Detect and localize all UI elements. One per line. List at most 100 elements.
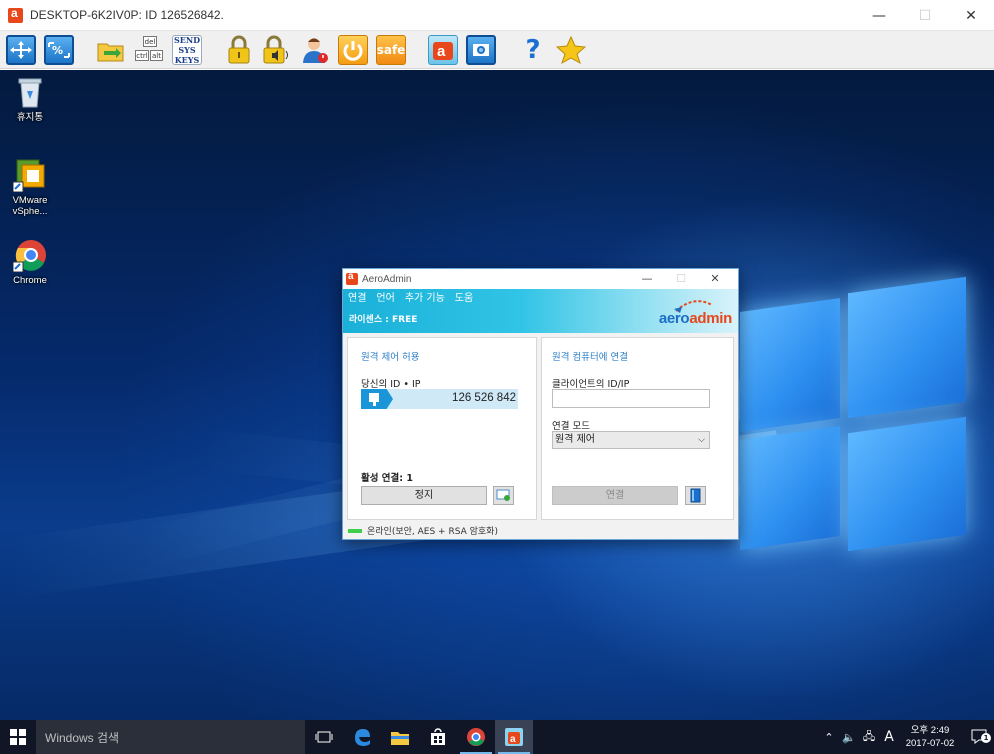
monitor-arrow-icon [361,389,393,409]
your-id-label: 당신의 ID • IP [361,379,421,390]
menu-help[interactable]: 도움 [455,289,473,304]
ctrl-alt-del-button[interactable]: del ctrl alt [131,33,167,67]
notification-center-button[interactable]: 1 [964,728,994,747]
connect-button[interactable]: 연결 [552,486,678,505]
desktop-icon-recycle-bin[interactable]: 휴지통 [0,75,60,123]
connect-to-remote-title: 원격 컴퓨터에 연결 [552,352,628,363]
scale-screen-button[interactable]: % [41,33,77,67]
store-bag-icon [431,728,445,745]
connect-to-remote-panel: 원격 컴퓨터에 연결 클라이언트의 ID/IP 연결 모드 원격 제어 ⌵ 연결 [541,337,734,520]
window-title: DESKTOP-6K2IV0P: ID 126526842. [30,8,224,22]
your-id-value: 126 526 842 [452,392,516,404]
taskbar-chrome[interactable] [457,720,495,754]
alt-key-label: alt [150,49,163,61]
notification-count-badge: 1 [981,732,991,743]
help-icon: ? [518,35,548,65]
reboot-button[interactable] [335,33,371,67]
lock-button[interactable] [221,33,257,67]
edge-icon [355,729,370,746]
network-icon[interactable]: 🖧 [860,728,878,747]
aeroadmin-button[interactable]: a [425,33,461,67]
taskbar-search[interactable]: Windows 검색 [36,720,305,754]
windows-wallpaper-logo [740,276,970,575]
status-text: 온라인(보안, AES + RSA 암호화) [367,527,498,537]
close-button[interactable]: ✕ [948,0,994,31]
logo-admin: admin [689,310,732,327]
desktop-icon-chrome[interactable]: Chrome [0,238,60,286]
svg-text:a: a [437,43,446,60]
aeroadmin-maximize-button[interactable]: ☐ [664,269,698,289]
task-view-button[interactable] [305,720,343,754]
volume-icon[interactable]: 🔈 [840,731,858,744]
client-id-input[interactable] [552,389,710,408]
taskbar-edge[interactable] [343,720,381,754]
show-hidden-icons-button[interactable]: ⌃ [820,731,838,744]
user-session-button[interactable] [297,33,333,67]
fullscreen-icon [6,34,36,65]
help-label: ? [525,34,541,65]
file-transfer-button[interactable] [93,33,129,67]
maximize-button[interactable]: ☐ [902,0,948,31]
menu-extras[interactable]: 추가 기능 [405,289,445,304]
ime-indicator[interactable]: A [880,729,898,745]
star-icon [556,35,586,65]
connection-status: 온라인(보안, AES + RSA 암호화) [348,524,498,537]
fullscreen-button[interactable] [3,33,39,67]
desktop-icon-label: Chrome [13,275,47,286]
safe-mode-button[interactable]: safe [373,33,409,67]
taskbar-store[interactable] [419,720,457,754]
online-indicator [348,528,362,533]
desktop-icon-vmware[interactable]: VMware vSphe... [0,158,60,217]
taskbar: Windows 검색 a ⌃ 🔈 🖧 A 오후 2:49 2017-07-02 … [0,720,994,754]
chrome-icon [12,238,47,273]
svg-text:%: % [52,44,63,57]
help-button[interactable]: ? [515,33,551,67]
aeroadmin-title: AeroAdmin [362,273,412,285]
connection-mode-select[interactable]: 원격 제어 ⌵ [552,431,710,449]
search-placeholder: Windows 검색 [45,730,120,745]
safe-icon: safe [376,34,406,65]
contact-book-button[interactable] [685,486,706,505]
folder-icon [391,732,409,745]
logo-aero: aero [658,310,690,327]
aeroadmin-window: AeroAdmin — ☐ ✕ 연결 언어 추가 기능 도움 라이센스 : FR… [342,268,739,540]
send-sys-keys-button[interactable]: SEND SYS KEYS [169,33,205,67]
aeroadmin-minimize-button[interactable]: — [630,269,664,289]
chrome-icon [467,728,485,746]
taskbar-file-explorer[interactable] [381,720,419,754]
favorite-button[interactable] [553,33,589,67]
send-sys-keys-label: SEND SYS KEYS [172,34,202,65]
block-input-button[interactable] [259,33,295,67]
license-label: 라이센스 : FREE [349,315,418,325]
contact-book-icon [690,488,701,503]
vmware-icon [12,158,47,193]
taskbar-aeroadmin[interactable]: a [495,720,533,754]
aeroadmin-close-button[interactable]: ✕ [698,269,732,289]
monitor-gear-icon [496,489,510,501]
menu-language[interactable]: 언어 [376,289,394,304]
session-settings-button[interactable] [493,486,514,505]
window-titlebar: DESKTOP-6K2IV0P: ID 126526842. — ☐ ✕ [0,0,994,31]
folder-transfer-icon [96,35,126,65]
svg-text:a: a [510,734,516,745]
toolbar: % del ctrl alt SEND SYS KEYS safe a ? [0,31,994,69]
minimize-button[interactable]: — [856,0,902,31]
aeroadmin-menu: 연결 언어 추가 기능 도움 [348,289,483,304]
camera-monitor-icon [466,34,496,65]
client-id-label: 클라이언트의 ID/IP [552,379,630,390]
windows-start-icon [10,729,26,745]
recycle-bin-icon [13,75,47,109]
clock-time: 오후 2:49 [910,725,950,736]
menu-connection[interactable]: 연결 [348,289,366,304]
desktop-icon-label: VMware vSphe... [12,195,48,217]
keyboard-keys-icon: del ctrl alt [134,35,164,65]
aeroadmin-logo-icon: a [428,34,458,65]
allow-remote-control-panel: 원격 제어 허용 당신의 ID • IP 126 526 842 활성 연결: … [347,337,537,520]
aeroadmin-titlebar: AeroAdmin — ☐ ✕ [343,269,738,289]
taskbar-clock[interactable]: 오후 2:49 2017-07-02 [898,724,962,750]
screenshot-button[interactable] [463,33,499,67]
start-button[interactable] [0,720,36,754]
your-id-box[interactable]: 126 526 842 [361,389,518,409]
power-icon [338,34,368,65]
stop-button[interactable]: 정지 [361,486,487,505]
